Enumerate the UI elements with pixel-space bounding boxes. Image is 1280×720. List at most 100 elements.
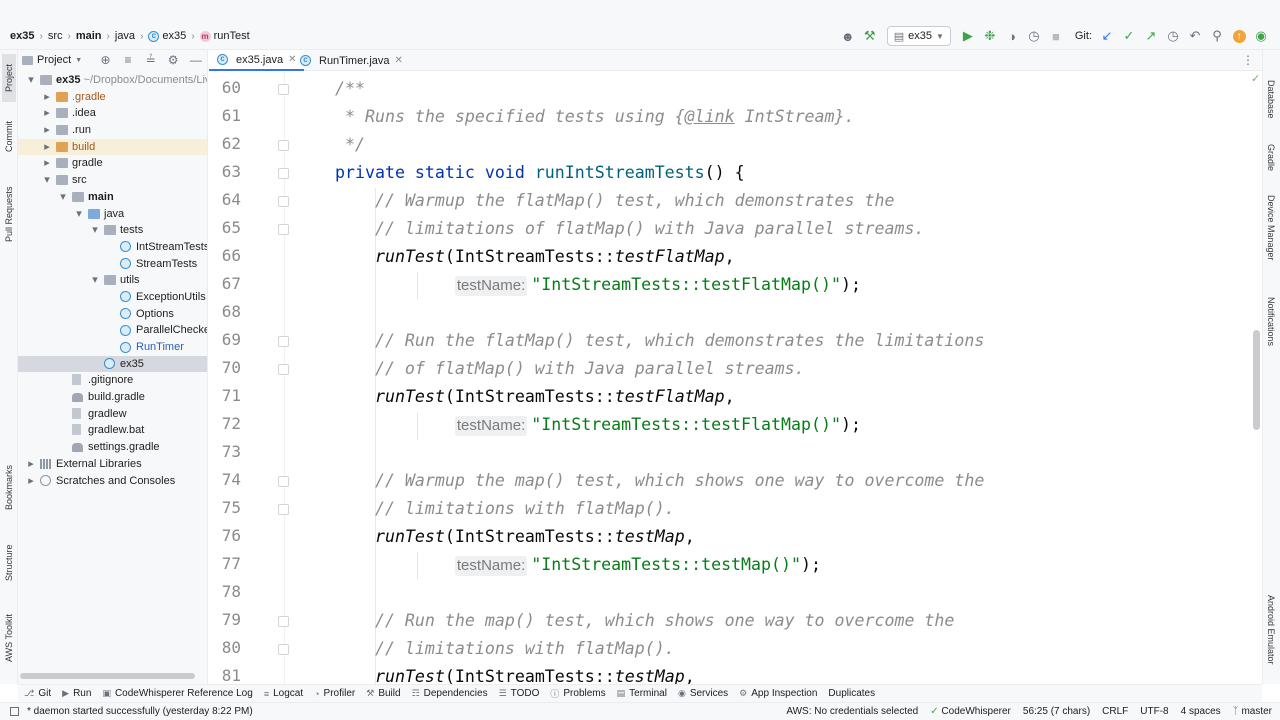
tool-tab-project[interactable]: Project — [2, 54, 16, 102]
chevron-down-icon[interactable]: ▾ — [26, 72, 36, 89]
code-line[interactable]: // of flatMap() with Java parallel strea… — [335, 358, 805, 380]
tool-window-button[interactable]: ☰ TODO — [499, 688, 540, 699]
search-icon[interactable]: ⚲ — [1206, 27, 1228, 45]
tree-item[interactable]: ▸ gradle — [18, 155, 207, 172]
tree-item[interactable]: ParallelCheckerU — [18, 322, 207, 339]
tool-window-button[interactable]: ▣ CodeWhisperer Reference Log — [102, 688, 252, 699]
project-view-select[interactable]: Project ▼ — [22, 54, 82, 66]
tree-item[interactable]: gradlew.bat — [18, 422, 207, 439]
tool-tab-aws-toolkit[interactable]: AWS Toolkit — [2, 604, 16, 672]
tool-window-button[interactable]: ▶ Run — [62, 688, 91, 699]
tree-item[interactable]: ▾ main — [18, 189, 207, 206]
tool-tab-notifications[interactable]: Notifications — [1264, 286, 1278, 358]
chevron-right-icon[interactable]: ▸ — [26, 473, 36, 490]
tool-tab-bookmarks[interactable]: Bookmarks — [2, 454, 16, 520]
chevron-down-icon[interactable]: ▾ — [90, 272, 100, 289]
code-line[interactable]: runTest(IntStreamTests::testFlatMap, — [335, 246, 735, 268]
code-line[interactable]: private static void runIntStreamTests() … — [335, 162, 745, 184]
editor-vertical-scrollbar[interactable] — [1253, 330, 1260, 430]
code-line[interactable]: runTest(IntStreamTests::testFlatMap, — [335, 386, 735, 408]
tree-item[interactable]: ExceptionUtils — [18, 289, 207, 306]
tree-item[interactable]: ▸ .idea — [18, 105, 207, 122]
toggle-tool-windows-icon[interactable] — [10, 707, 19, 716]
chevron-right-icon[interactable]: ▸ — [42, 89, 52, 106]
tree-item[interactable]: build.gradle — [18, 389, 207, 406]
collapse-all-icon[interactable]: ≟ — [139, 53, 162, 67]
tree-item[interactable]: ▸ Scratches and Consoles — [18, 473, 207, 490]
fold-marker-icon[interactable] — [278, 336, 289, 347]
hide-panel-icon[interactable]: — — [184, 53, 207, 67]
editor-gutter[interactable]: 60 61 62 63 64 65 66 67 68 69 70 71 72 73 74 75 76 77 78 79… — [209, 72, 289, 684]
fold-marker-icon[interactable] — [278, 196, 289, 207]
indent-setting[interactable]: 4 spaces — [1181, 706, 1221, 717]
breadcrumb-item[interactable]: ex35 › — [10, 30, 44, 42]
chevron-down-icon[interactable]: ▾ — [90, 222, 100, 239]
aws-credentials-status[interactable]: AWS: No credentials selected — [786, 706, 918, 717]
code-line[interactable]: * Runs the specified tests using {@link … — [335, 106, 855, 128]
chevron-right-icon[interactable]: ▸ — [42, 155, 52, 172]
code-line[interactable]: // Run the flatMap() test, which demonst… — [335, 330, 984, 352]
tree-item[interactable]: ex35 — [18, 355, 207, 373]
code-line[interactable]: runTest(IntStreamTests::testMap, — [335, 526, 695, 548]
tool-tab-device-manager[interactable]: Device Manager — [1264, 186, 1278, 270]
tree-item[interactable]: ▾ java — [18, 206, 207, 223]
tool-window-button[interactable]: ☶ Dependencies — [412, 688, 488, 699]
code-line[interactable]: runTest(IntStreamTests::testMap, — [335, 666, 695, 684]
codewhisperer-status[interactable]: ✓ CodeWhisperer — [930, 706, 1011, 717]
debug-icon[interactable]: ❉ — [979, 27, 1001, 45]
profile-icon[interactable]: ◷ — [1023, 27, 1045, 45]
tree-item[interactable]: ▾ tests — [18, 222, 207, 239]
git-push-icon[interactable]: ↗ — [1140, 27, 1162, 45]
code-line[interactable]: testName: "IntStreamTests::testMap()"); — [335, 554, 821, 576]
chevron-down-icon[interactable]: ▾ — [74, 206, 84, 223]
tool-window-button[interactable]: ≡ Logcat — [264, 688, 303, 699]
breadcrumb-item[interactable]: m runTest — [199, 30, 250, 42]
code-editor[interactable]: 60 61 62 63 64 65 66 67 68 69 70 71 72 73 74 75 76 77 78 79… — [209, 72, 1262, 684]
rollback-icon[interactable]: ↶ — [1184, 27, 1206, 45]
tree-item[interactable]: ▸ build — [18, 138, 207, 156]
tree-item[interactable]: ▸ .run — [18, 122, 207, 139]
project-horizontal-scrollbar[interactable] — [18, 672, 207, 680]
tool-window-button[interactable]: ⚙ App Inspection — [739, 688, 817, 699]
tool-window-button[interactable]: ⎇ Git — [24, 688, 51, 699]
tool-window-button[interactable]: ⚒ Build — [366, 688, 400, 699]
tree-item[interactable]: Options — [18, 306, 207, 323]
user-icon[interactable]: ☻ — [837, 27, 859, 45]
code-line[interactable]: // limitations with flatMap(). — [335, 638, 675, 660]
tool-window-button[interactable]: ▤ Terminal — [617, 688, 667, 699]
tree-item[interactable]: ▸ External Libraries — [18, 456, 207, 473]
hammer-build-icon[interactable]: ⚒ — [859, 27, 881, 45]
tree-item[interactable]: RunTimer — [18, 339, 207, 356]
code-line[interactable]: // limitations with flatMap(). — [335, 498, 675, 520]
run-configuration-select[interactable]: ▤ ex35 ▼ — [886, 26, 951, 46]
run-icon[interactable]: ▶ — [957, 27, 979, 45]
tree-item[interactable]: .gitignore — [18, 372, 207, 389]
project-tree[interactable]: ▾ ex35 ~/Dropbox/Documents/Liv ▸ .gradle ▸ .i… — [18, 72, 207, 490]
fold-marker-icon[interactable] — [278, 140, 289, 151]
fold-marker-icon[interactable] — [278, 364, 289, 375]
caret-position[interactable]: 56:25 (7 chars) — [1023, 706, 1090, 717]
code-line[interactable]: // Warmup the flatMap() test, which demo… — [335, 190, 895, 212]
editor-tab[interactable]: c ex35.java ✕ — [209, 50, 305, 71]
chevron-down-icon[interactable]: ▾ — [58, 189, 68, 206]
chevron-right-icon[interactable]: ▸ — [42, 105, 52, 122]
tool-tab-database[interactable]: Database — [1264, 68, 1278, 130]
select-opened-file-icon[interactable]: ⊕ — [94, 53, 117, 67]
editor-tab[interactable]: c RunTimer.java ✕ — [292, 50, 411, 71]
breadcrumb-item[interactable]: java › — [115, 30, 145, 42]
tree-item[interactable]: settings.gradle — [18, 439, 207, 456]
tree-item[interactable]: gradlew — [18, 406, 207, 423]
gear-icon[interactable]: ⚙ — [162, 53, 185, 67]
line-separator[interactable]: CRLF — [1102, 706, 1128, 717]
more-options-icon[interactable]: ⋮ — [1242, 53, 1254, 67]
tree-item[interactable]: ▾ utils — [18, 272, 207, 289]
code-line[interactable]: testName: "IntStreamTests::testFlatMap()"… — [335, 274, 861, 296]
git-branch[interactable]: ᛉ master — [1233, 706, 1272, 717]
tool-window-button[interactable]: Duplicates — [828, 688, 875, 699]
code-line[interactable]: // limitations of flatMap() with Java pa… — [335, 218, 924, 240]
update-icon[interactable]: ↑ — [1228, 27, 1250, 45]
tree-item[interactable]: IntStreamTests — [18, 239, 207, 256]
chevron-down-icon[interactable]: ▾ — [42, 172, 52, 189]
tool-tab-pull-requests[interactable]: Pull Requests — [2, 178, 16, 250]
chevron-right-icon[interactable]: ▸ — [42, 139, 52, 156]
